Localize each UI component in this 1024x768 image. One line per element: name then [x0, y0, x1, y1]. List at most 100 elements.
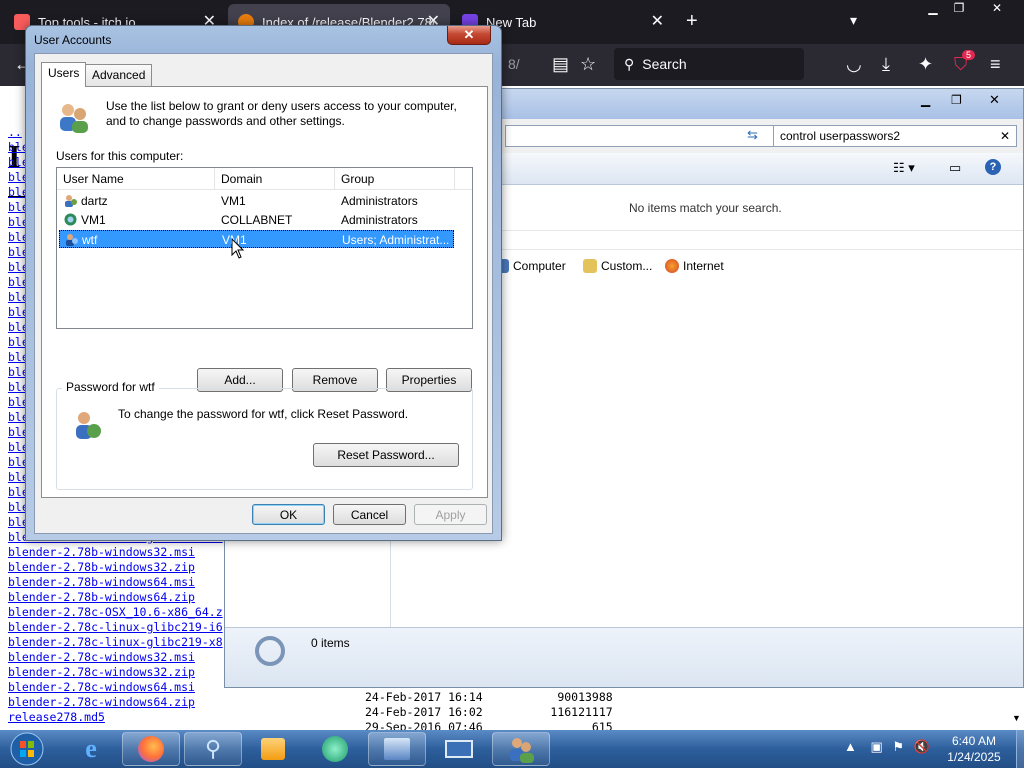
- search-location-custom[interactable]: Custom...: [583, 259, 652, 273]
- taskbar-clock[interactable]: 6:40 AM 1/24/2025: [936, 733, 1012, 765]
- refresh-icon[interactable]: ⇆: [747, 127, 758, 143]
- file-size: 116121117: [550, 705, 613, 719]
- password-group-box: [56, 388, 473, 490]
- user-name: VM1: [81, 213, 106, 227]
- extensions-icon[interactable]: ✦: [918, 54, 933, 74]
- password-group-title: Password for wtf: [62, 380, 159, 394]
- file-link[interactable]: blender-2.78b-windows32.zip: [8, 560, 223, 575]
- firefox-small-icon: [665, 259, 679, 273]
- tab-users[interactable]: Users: [41, 62, 87, 87]
- explorer-close-icon[interactable]: ✕: [989, 92, 1000, 108]
- file-link[interactable]: blender-2.78c-linux-glibc219-x8: [8, 635, 223, 650]
- users-group-icon: [60, 104, 88, 133]
- taskbar-search-explorer[interactable]: ⚲: [184, 732, 242, 766]
- file-link[interactable]: blender-2.78b-windows64.zip: [8, 590, 223, 605]
- user-name: wtf: [82, 233, 98, 247]
- column-domain[interactable]: Domain: [215, 168, 335, 190]
- explorer-maximize-icon[interactable]: ❐: [951, 93, 962, 107]
- file-link[interactable]: blender-2.78b-windows32.msi: [8, 545, 223, 560]
- taskbar: e ⚲ ▲ ▣ ⚑ 🔇 6:40 AM 1/24/2025: [0, 730, 1024, 768]
- maximize-icon[interactable]: ❐: [944, 0, 974, 16]
- list-all-tabs-chevron-icon[interactable]: ▾: [850, 12, 857, 29]
- page-scroll-down-icon[interactable]: ▼: [1012, 713, 1021, 723]
- file-link[interactable]: blender-2.78c-windows32.msi: [8, 650, 223, 665]
- extension-badge: 5: [962, 50, 976, 60]
- close-window-icon[interactable]: ✕: [982, 0, 1012, 16]
- hamburger-menu-icon[interactable]: ≡: [990, 54, 1001, 74]
- taskbar-app-teal[interactable]: [306, 732, 364, 766]
- file-link[interactable]: blender-2.78c-windows64.msi: [8, 680, 223, 695]
- taskbar-firefox[interactable]: [122, 732, 180, 766]
- user-accounts-icon: [510, 738, 534, 763]
- taskbar-user-accounts[interactable]: [492, 732, 550, 766]
- cancel-button[interactable]: Cancel: [333, 504, 406, 525]
- search-icon: ⚲: [624, 55, 635, 72]
- tab-advanced[interactable]: Advanced: [85, 64, 153, 86]
- view-options-icon[interactable]: ☷ ▾: [893, 160, 915, 176]
- reader-view-icon[interactable]: ▤: [552, 54, 569, 74]
- start-button[interactable]: [2, 732, 52, 766]
- explorer-search-value: control userpasswors2: [780, 129, 901, 143]
- show-hidden-icons-icon[interactable]: ▲: [844, 739, 857, 754]
- file-link[interactable]: blender-2.78c-linux-glibc219-i6: [8, 620, 223, 635]
- users-list-header: User Name Domain Group: [57, 168, 472, 190]
- downloads-icon[interactable]: ⤓: [882, 54, 890, 74]
- explorer-search-input[interactable]: control userpasswors2 ✕: [773, 125, 1017, 147]
- monitor-icon: [445, 740, 473, 758]
- file-link[interactable]: blender-2.78c-windows32.zip: [8, 665, 223, 680]
- network-icon[interactable]: ▣: [871, 739, 883, 754]
- file-meta-list: 24-Feb-2017 16:14 90013988 24-Feb-2017 16:…: [365, 690, 613, 735]
- media-player-icon: [261, 738, 285, 760]
- user-group: Administrators: [341, 194, 418, 208]
- dialog-client-area: Users Advanced Use the list below to gra…: [34, 53, 493, 534]
- reset-password-button[interactable]: Reset Password...: [313, 443, 459, 467]
- file-link[interactable]: release278.md5: [8, 710, 223, 725]
- browser-search-input[interactable]: ⚲ Search: [614, 48, 804, 80]
- users-list[interactable]: User Name Domain Group dartz VM1 Adminis…: [56, 167, 473, 329]
- pocket-icon[interactable]: ◡: [846, 54, 862, 74]
- file-meta-row: 24-Feb-2017 16:14 90013988: [365, 690, 613, 705]
- clear-search-icon[interactable]: ✕: [1000, 129, 1010, 143]
- close-tab-icon[interactable]: ✕: [651, 14, 664, 30]
- file-link[interactable]: blender-2.78b-windows64.msi: [8, 575, 223, 590]
- user-group: Administrators: [341, 213, 418, 227]
- explorer-minimize-icon[interactable]: ▁: [921, 93, 930, 107]
- folder-icon: [583, 259, 597, 273]
- file-date: 24-Feb-2017 16:14: [365, 690, 483, 704]
- control-panel-icon: [384, 738, 410, 760]
- column-group[interactable]: Group: [335, 168, 455, 190]
- user-name: dartz: [81, 194, 108, 208]
- taskbar-control-panel[interactable]: [368, 732, 426, 766]
- volume-muted-icon[interactable]: 🔇: [914, 739, 930, 754]
- show-desktop-button[interactable]: [1016, 730, 1024, 768]
- search-location-internet[interactable]: Internet: [665, 259, 724, 273]
- windows-orb-icon: [10, 732, 44, 766]
- url-fragment[interactable]: 8/: [508, 54, 520, 74]
- mouse-cursor-icon: [231, 238, 245, 259]
- search-location-computer[interactable]: Computer: [495, 259, 566, 273]
- file-date: 24-Feb-2017 16:02: [365, 705, 483, 719]
- user-icon: [66, 234, 78, 246]
- user-icon: [65, 195, 77, 207]
- user-domain: COLLABNET: [221, 213, 293, 227]
- new-tab-plus-icon[interactable]: +: [686, 10, 698, 33]
- dialog-close-button[interactable]: ✕: [447, 26, 491, 45]
- users-for-computer-label: Users for this computer:: [56, 149, 184, 163]
- action-center-flag-icon[interactable]: ⚑: [892, 739, 904, 754]
- user-row-wtf-selected[interactable]: wtf VM1 Users; Administrat...: [59, 230, 454, 248]
- taskbar-remote-desktop[interactable]: [430, 732, 488, 766]
- file-link[interactable]: blender-2.78c-windows64.zip: [8, 695, 223, 710]
- bookmark-star-icon[interactable]: ☆: [580, 54, 596, 74]
- user-password-icon: [76, 412, 101, 439]
- ok-button[interactable]: OK: [252, 504, 325, 525]
- help-icon[interactable]: ?: [985, 159, 1001, 175]
- user-row-dartz[interactable]: dartz VM1 Administrators: [59, 192, 454, 210]
- taskbar-media-player[interactable]: [244, 732, 302, 766]
- preview-pane-icon[interactable]: ▭: [949, 160, 961, 176]
- user-domain: VM1: [221, 194, 246, 208]
- dialog-title: User Accounts: [34, 33, 112, 47]
- file-link[interactable]: blender-2.78c-OSX_10.6-x86_64.z: [8, 605, 223, 620]
- column-user-name[interactable]: User Name: [57, 168, 215, 190]
- user-row-vm1[interactable]: VM1 COLLABNET Administrators: [59, 211, 454, 229]
- taskbar-internet-explorer[interactable]: e: [62, 732, 120, 766]
